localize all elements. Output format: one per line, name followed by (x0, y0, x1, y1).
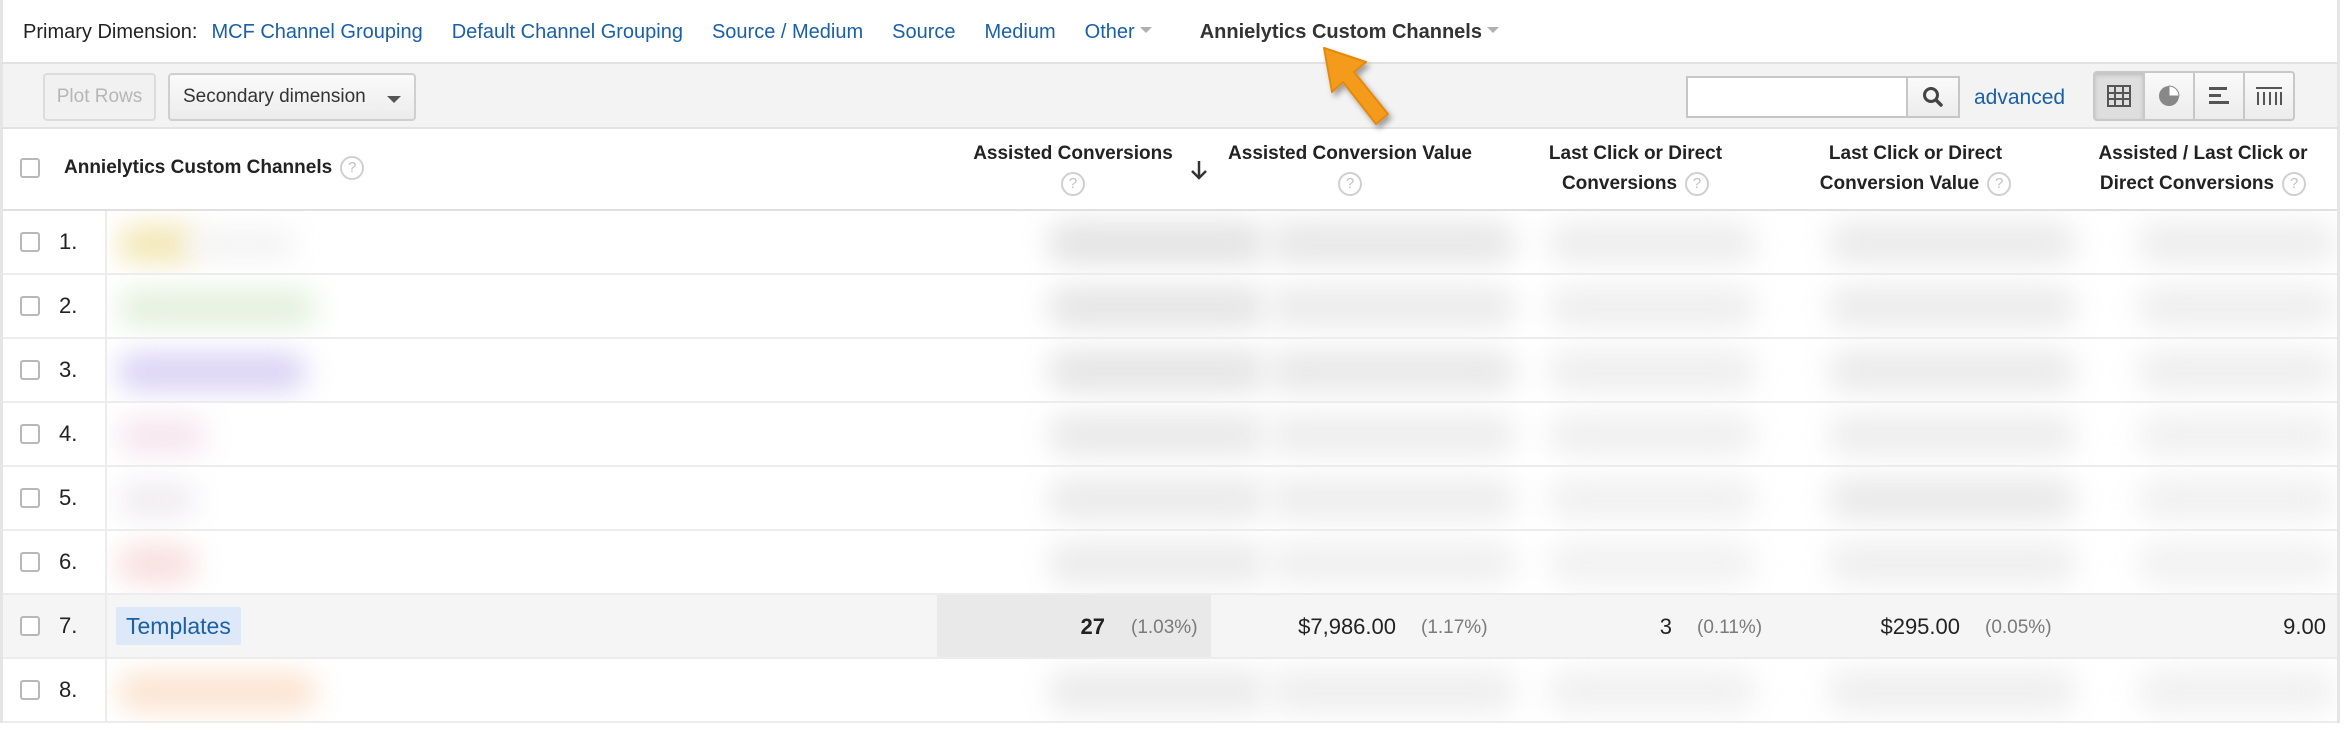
help-icon[interactable]: ? (1061, 171, 1085, 196)
select-all-checkbox[interactable] (20, 158, 40, 178)
row-number: 3. (59, 357, 78, 382)
channel-link-templates[interactable]: Templates (116, 607, 241, 645)
header-assisted-conversions[interactable]: Assisted Conversions ? (968, 139, 1178, 199)
advanced-filter-link[interactable]: advanced (1974, 86, 2065, 110)
row-number: 6. (59, 549, 78, 574)
last-click-conversions-pct: (0.11%) (1697, 617, 1763, 638)
blurred-row-content (107, 403, 2337, 465)
row-checkbox[interactable] (20, 424, 40, 444)
row-number: 8. (59, 677, 78, 702)
table-row[interactable]: 8. (3, 659, 2337, 723)
table-row[interactable]: 3. (3, 339, 2337, 403)
row-checkbox[interactable] (20, 360, 40, 380)
table-row[interactable]: 1. (3, 211, 2337, 275)
header-ratio-line1: Assisted / Last Click or (2098, 143, 2308, 164)
table-filter-input[interactable] (1686, 76, 1908, 118)
assisted-conversions-value: 27 (1080, 614, 1105, 639)
assisted-conversion-value: $7,986.00 (1298, 614, 1396, 639)
blurred-row-content (107, 467, 2337, 529)
header-dimension[interactable]: Annielytics Custom Channels? (64, 153, 365, 183)
blurred-row-content (107, 275, 2337, 337)
last-click-value-pct: (0.05%) (1985, 617, 2052, 638)
primary-dimension-label: Primary Dimension: (23, 20, 198, 43)
assisted-last-click-ratio-value: 9.00 (2283, 614, 2326, 639)
pointer-arrow-icon (1323, 47, 1389, 125)
header-last-click-value[interactable]: Last Click or Direct Conversion Value? (1793, 139, 2038, 199)
row-checkbox[interactable] (20, 488, 40, 508)
pie-view-button[interactable] (2145, 73, 2195, 119)
dimension-link-source[interactable]: Source (892, 21, 955, 44)
table-view-button[interactable] (2095, 73, 2145, 119)
help-icon[interactable]: ? (1338, 171, 1362, 196)
bar-view-icon (2209, 87, 2229, 104)
row-number: 2. (59, 293, 78, 318)
header-last-click-value-line2: Conversion Value (1819, 173, 1980, 194)
assisted-conversions-pct: (1.03%) (1131, 617, 1198, 638)
row-number: 7. (59, 613, 78, 638)
plot-rows-button[interactable]: Plot Rows (43, 73, 156, 121)
header-dimension-label: Annielytics Custom Channels (64, 157, 333, 178)
chevron-down-icon (1486, 27, 1499, 34)
primary-dimension-bar: Primary Dimension: MCF Channel Grouping … (0, 0, 2340, 64)
header-last-click-value-line1: Last Click or Direct (1828, 143, 2003, 164)
help-icon[interactable]: ? (340, 155, 365, 180)
assisted-conversion-value-pct: (1.17%) (1421, 617, 1488, 638)
view-switcher (2093, 71, 2295, 121)
secondary-dimension-dropdown[interactable]: Secondary dimension (168, 73, 416, 121)
last-click-conversions-value: 3 (1659, 614, 1672, 639)
table-row[interactable]: 4. (3, 403, 2337, 467)
secondary-dimension-label: Secondary dimension (183, 86, 366, 107)
chevron-down-icon (1139, 27, 1152, 34)
table-row[interactable]: 2. (3, 275, 2337, 339)
table-header: Annielytics Custom Channels? Assisted Co… (3, 129, 2337, 211)
row-number: 1. (59, 229, 78, 254)
table-view-icon (2107, 85, 2131, 107)
table-row[interactable]: 6. (3, 531, 2337, 595)
table-toolbar: Plot Rows Secondary dimension advanced (0, 62, 2340, 129)
sort-descending-icon[interactable] (1189, 159, 1209, 181)
dimension-link-mcf-channel-grouping[interactable]: MCF Channel Grouping (211, 21, 422, 44)
dimension-link-source-medium[interactable]: Source / Medium (712, 21, 863, 44)
table-row[interactable]: 5. (3, 467, 2337, 531)
header-assisted-conversion-value[interactable]: Assisted Conversion Value ? (1225, 139, 1475, 199)
dimension-link-default-channel-grouping[interactable]: Default Channel Grouping (452, 21, 683, 44)
row-checkbox[interactable] (20, 232, 40, 252)
header-assisted-last-click-ratio[interactable]: Assisted / Last Click or Direct Conversi… (2073, 139, 2333, 199)
row-checkbox[interactable] (20, 616, 40, 636)
header-last-click-conversions-line1: Last Click or Direct (1548, 143, 1723, 164)
header-last-click-conversions[interactable]: Last Click or Direct Conversions? (1513, 139, 1758, 199)
row-number: 4. (59, 421, 78, 446)
data-table: Annielytics Custom Channels? Assisted Co… (0, 129, 2340, 723)
bar-view-button[interactable] (2195, 73, 2245, 119)
blurred-row-content (107, 531, 2337, 593)
row-number: 5. (59, 485, 78, 510)
blurred-row-content (107, 211, 2337, 273)
search-button[interactable] (1906, 76, 1960, 118)
header-assisted-conversions-label: Assisted Conversions (973, 143, 1173, 164)
row-checkbox[interactable] (20, 296, 40, 316)
other-label: Other (1084, 20, 1135, 43)
row-checkbox[interactable] (20, 552, 40, 572)
pie-view-icon (2159, 85, 2180, 106)
chevron-down-icon (387, 96, 401, 103)
help-icon[interactable]: ? (2282, 171, 2307, 196)
table-row-templates[interactable]: 7. Templates 27 (1.03%) $7,986.00 (1.17%… (3, 595, 2337, 659)
header-ratio-line2: Direct Conversions (2099, 173, 2275, 194)
blurred-row-content (107, 339, 2337, 401)
header-last-click-conversions-line2: Conversions (1561, 173, 1678, 194)
pivot-view-button[interactable] (2245, 73, 2293, 119)
pivot-view-icon (2256, 87, 2282, 105)
help-icon[interactable]: ? (1987, 171, 2012, 196)
last-click-value: $295.00 (1880, 614, 1960, 639)
dimension-link-medium[interactable]: Medium (985, 21, 1056, 44)
search-icon (1923, 87, 1943, 107)
dimension-other-dropdown[interactable]: Other (1085, 21, 1152, 44)
header-assisted-conversion-value-label: Assisted Conversion Value (1228, 143, 1472, 164)
row-checkbox[interactable] (20, 680, 40, 700)
help-icon[interactable]: ? (1685, 171, 1710, 196)
blurred-row-content (107, 659, 2337, 721)
